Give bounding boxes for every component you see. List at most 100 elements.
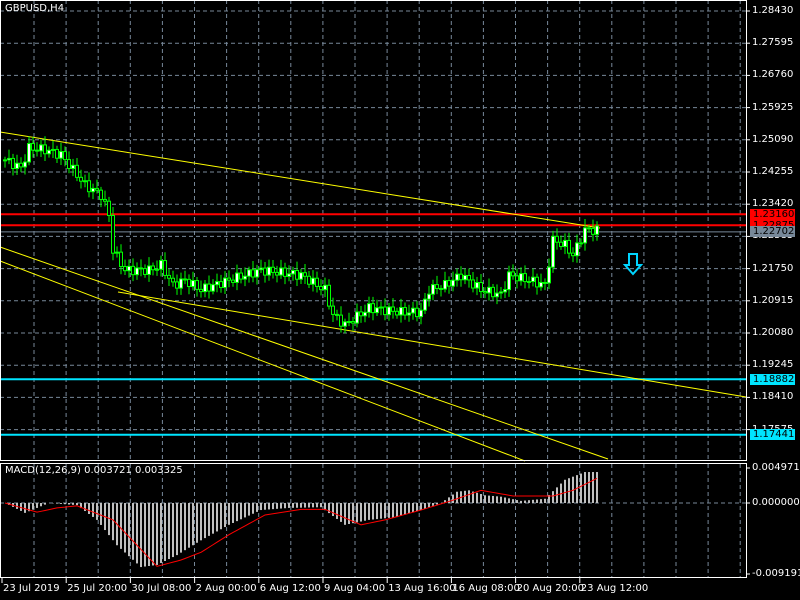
candle-body [19, 162, 23, 168]
candle-body [399, 307, 403, 316]
candle-body [303, 272, 307, 277]
candle-body [595, 225, 599, 235]
candle-body [387, 306, 391, 316]
candle-body [331, 305, 335, 315]
candle-body [223, 277, 227, 289]
macd-axis-label: 0.000000 [752, 497, 800, 508]
price-axis-label: 1.28430 [752, 5, 794, 16]
candle-body [447, 280, 451, 287]
candle-body [127, 265, 131, 272]
candle-body [95, 187, 99, 191]
candle-body [327, 284, 331, 307]
candle-body [271, 266, 275, 273]
trendlines[interactable] [0, 131, 747, 462]
candle-body [59, 151, 63, 159]
candle-body [551, 235, 555, 268]
candle-body [431, 284, 435, 295]
price-axis-label: 1.20080 [752, 327, 794, 338]
level-price-tag: 1.22702 [750, 226, 795, 238]
down-arrow-icon[interactable] [622, 253, 644, 276]
candle-body [471, 279, 475, 289]
candle-body [539, 281, 543, 288]
candle-body [299, 272, 303, 280]
candle-body [463, 274, 467, 281]
price-axis-label: 1.25090 [752, 133, 794, 145]
macd-signal-line [4, 477, 598, 567]
price-axis-label: 1.26760 [752, 69, 794, 81]
candle-body [479, 282, 483, 293]
trendline-lower-3[interactable] [117, 291, 747, 398]
candle-body [15, 162, 19, 170]
candle-body [423, 298, 427, 311]
candle-body [7, 157, 11, 161]
candle-body [391, 306, 395, 312]
candle-body [351, 321, 355, 324]
price-axis-label: 1.27595 [752, 37, 794, 49]
candle-body [515, 275, 519, 282]
candle-body [79, 176, 83, 182]
candle-body [179, 278, 183, 289]
candle-body [263, 267, 267, 276]
time-axis-label: 2 Aug 00:00 [195, 583, 257, 594]
time-axis-label: 23 Aug 12:00 [580, 583, 649, 594]
candle-body [247, 269, 251, 277]
candle-body [371, 303, 375, 314]
candle-body [151, 265, 155, 271]
candle-body [407, 312, 411, 316]
candle-body [67, 159, 71, 169]
candle-body [571, 252, 575, 257]
candle-body [99, 189, 103, 200]
candle-body [103, 198, 107, 202]
frames [0, 0, 747, 578]
candle-body [39, 144, 43, 152]
candle-body [435, 284, 439, 289]
candle-body [287, 273, 291, 277]
candle-body [363, 311, 367, 317]
candle-body [367, 303, 371, 313]
candle-body [527, 281, 531, 284]
price-axis-label: 1.25925 [752, 101, 794, 113]
candle-body [507, 271, 511, 291]
candle-body [587, 227, 591, 230]
candle-body [567, 239, 571, 254]
candle-body [439, 287, 443, 290]
candle-body [543, 281, 547, 284]
candle-body [203, 283, 207, 293]
candle-body [575, 242, 579, 257]
candle-body [91, 187, 95, 193]
candle-body [503, 289, 507, 293]
candle-body [35, 149, 39, 152]
candle-body [339, 314, 343, 327]
candle-body [403, 307, 407, 316]
candle-body [135, 267, 139, 276]
candle-body [563, 239, 567, 248]
time-axis-label: 6 Aug 12:00 [259, 583, 321, 594]
price-axis-label: 1.24255 [752, 166, 794, 177]
candle-body [323, 284, 327, 291]
candle-body [311, 277, 315, 285]
candle-body [239, 272, 243, 280]
candle-body [183, 278, 187, 281]
macd-panel [0, 467, 750, 575]
candle-body [175, 281, 179, 289]
candle-body [395, 310, 399, 316]
candle-body [115, 251, 119, 254]
candle-body [123, 266, 127, 272]
level-price-tag: 1.17441 [750, 429, 795, 441]
candle-body [535, 276, 539, 288]
candle-body [451, 279, 455, 287]
candle-body [483, 291, 487, 294]
price-chart[interactable] [0, 0, 800, 600]
candle-body [251, 269, 255, 278]
time-axis-label: 16 Aug 08:00 [452, 583, 520, 594]
trendline-lower-2[interactable] [0, 260, 526, 462]
candle-body [427, 293, 431, 300]
price-axis-label: 1.19245 [752, 359, 794, 371]
candle-body [419, 309, 423, 318]
candle-body [231, 279, 235, 283]
candle-body [495, 292, 499, 298]
candle-body [235, 272, 239, 283]
candle-body [591, 227, 595, 235]
candle-body [511, 271, 515, 277]
candle-body [3, 159, 7, 162]
